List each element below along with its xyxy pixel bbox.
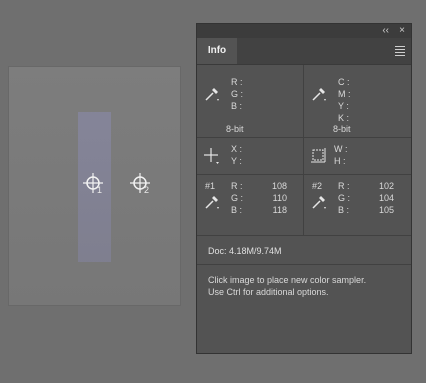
eyedropper-icon[interactable] (203, 85, 221, 103)
rgb-readout: R : G : B : 8-bit (197, 65, 304, 137)
collapse-icon[interactable]: ‹‹ (382, 24, 389, 38)
crosshair-plus-icon (204, 148, 219, 164)
cmyk-y-label: Y : (338, 101, 349, 111)
info-panel: ‹‹ × Info R : G : B : 8-bit C : M : Y: … (196, 23, 412, 354)
xy-readout: X : Y : (197, 138, 304, 174)
sampler-1-g-value: 110 (272, 193, 287, 203)
cmyk-c-label: C : (338, 77, 350, 87)
color-readout-row: R : G : B : 8-bit C : M : Y : K : 8-bit (197, 65, 411, 138)
position-readout-row: X : Y : W : H : (197, 138, 411, 175)
sampler-1-b-label: B : (231, 205, 243, 215)
sampler-2-b-value: 105 (378, 205, 394, 215)
rgb-b-label: B : (231, 101, 243, 111)
sampler-2-readout: #2 R : G : B : 102 104 105 (304, 175, 411, 235)
cmyk-k-label: K : (338, 113, 350, 123)
bit-depth-right: 8-bit (333, 124, 351, 134)
crosshair-icon (83, 173, 103, 193)
tab-info[interactable]: Info (197, 38, 237, 64)
doc-size-row: Doc: 4.18M/9.74M (197, 236, 411, 265)
panel-titlebar[interactable]: ‹‹ × (197, 24, 411, 38)
hint-text: Click image to place new color sampler. … (208, 274, 408, 298)
crosshair-icon (130, 173, 150, 193)
sampler-1-g-label: G : (231, 193, 244, 203)
sampler-1-id: #1 (205, 181, 216, 191)
sampler-1-number: 1 (97, 185, 103, 195)
close-icon[interactable]: × (399, 24, 405, 38)
sampler-2-id: #2 (312, 181, 323, 191)
selection-size-icon (311, 148, 326, 163)
y-label: Y : (231, 156, 242, 166)
wh-readout: W : H : (304, 138, 411, 174)
sampler-1-b-value: 118 (272, 205, 287, 215)
rgb-r-label: R : (231, 77, 243, 87)
tab-strip: Info (197, 38, 411, 65)
panel-menu-icon[interactable] (395, 46, 405, 58)
sampler-1-r-label: R : (231, 181, 243, 191)
sampler-2-g-value: 104 (378, 193, 394, 203)
x-label: X : (231, 144, 243, 154)
hint-line-1: Click image to place new color sampler. (208, 275, 367, 285)
sampler-1-readout: #1 R : G : B : 108 110 118 (197, 175, 304, 235)
sampler-2-r-label: R : (338, 181, 350, 191)
h-label: H : (334, 156, 346, 166)
color-sampler-1[interactable]: 1 (80, 169, 110, 199)
eyedropper-icon[interactable] (203, 193, 221, 211)
hint-line-2: Use Ctrl for additional options. (208, 287, 329, 297)
sampler-1-r-value: 108 (271, 181, 287, 191)
cmyk-m-label: M : (338, 89, 351, 99)
sampler-2-g-label: G : (338, 193, 351, 203)
eyedropper-icon[interactable] (310, 85, 328, 103)
color-sampler-2[interactable]: 2 (127, 169, 157, 199)
cmyk-readout: C : M : Y : K : 8-bit (304, 65, 411, 137)
hint-area: Click image to place new color sampler. … (197, 265, 411, 325)
doc-size: Doc: 4.18M/9.74M (208, 246, 282, 256)
bit-depth-left: 8-bit (226, 124, 244, 134)
w-label: W : (334, 144, 348, 154)
sampler-readout-row: #1 R : G : B : 108 110 118 #2 R : G : B … (197, 175, 411, 236)
sampler-2-b-label: B : (338, 205, 350, 215)
eyedropper-icon[interactable] (310, 193, 328, 211)
sampler-2-number: 2 (144, 185, 150, 195)
rgb-g-label: G : (231, 89, 244, 99)
sampler-2-r-value: 102 (378, 181, 394, 191)
